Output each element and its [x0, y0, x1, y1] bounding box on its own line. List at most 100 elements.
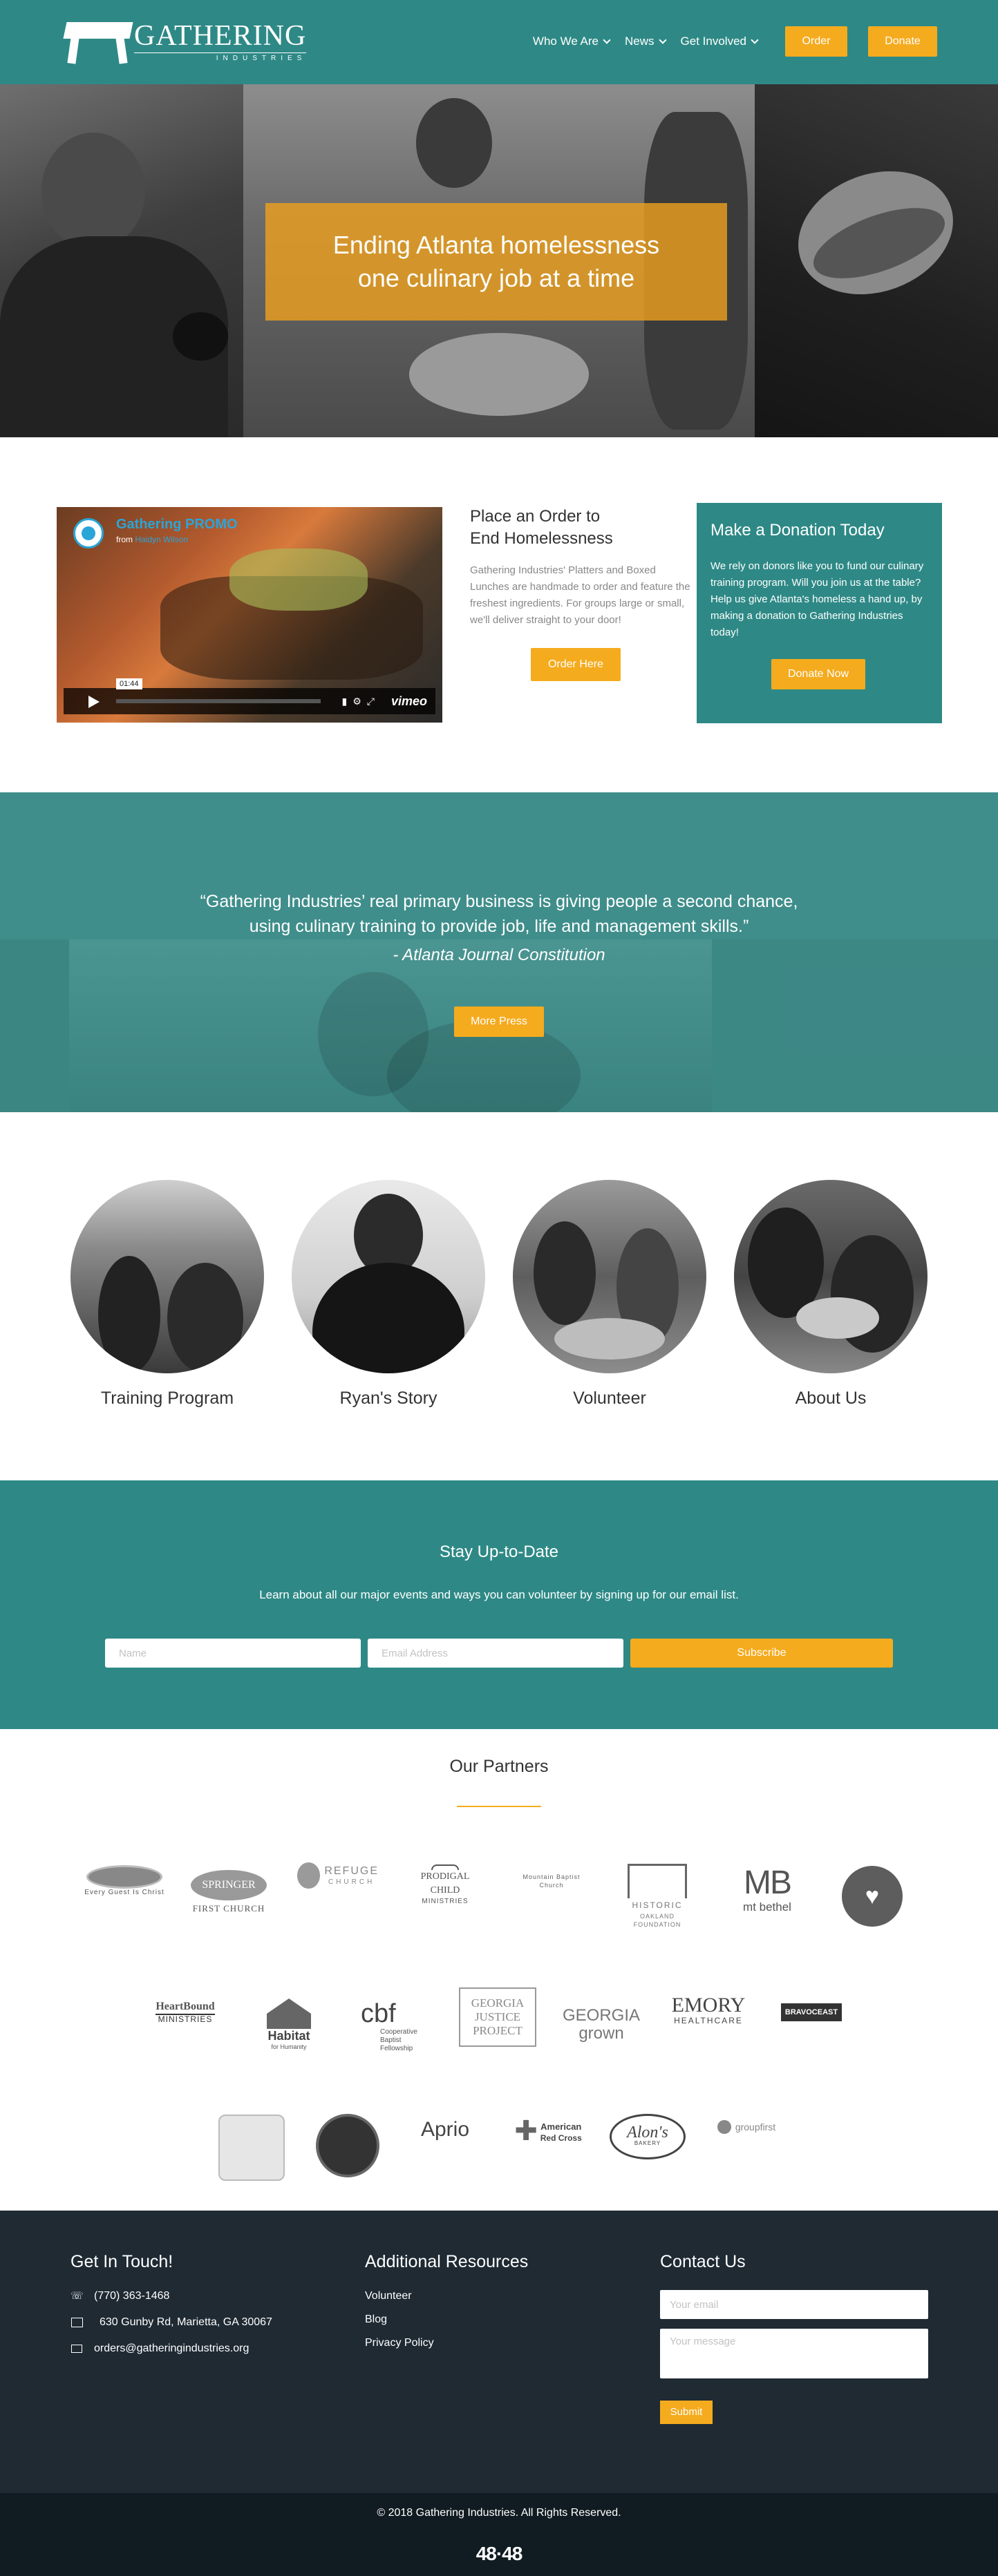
main-nav: Who We Are News Get Involved Order Donat…	[533, 26, 937, 57]
partner-logo[interactable]	[216, 2112, 288, 2184]
red-cross-icon: ✚	[514, 2116, 538, 2146]
training-program-image[interactable]	[70, 1180, 264, 1373]
footer-link-privacy-policy[interactable]: Privacy Policy	[365, 2337, 528, 2349]
footer-resources-title: Additional Resources	[365, 2252, 529, 2271]
volunteer-image[interactable]	[513, 1180, 706, 1373]
newsletter-email-input[interactable]	[368, 1639, 623, 1668]
partner-logo[interactable]: cbf Cooperative Baptist Fellowship	[361, 1990, 427, 2062]
volume-settings-fullscreen-icons[interactable]: ▮⚙⤢	[342, 696, 380, 707]
feature-volunteer[interactable]: Volunteer	[513, 1180, 706, 1409]
partner-logo[interactable]: Habitat for Humanity	[261, 1992, 317, 2058]
seal-icon	[316, 2114, 379, 2177]
feature-ryans-story[interactable]: Ryan's Story	[292, 1180, 485, 1409]
feature-about-us[interactable]: About Us	[734, 1180, 928, 1409]
hero-photo-chef	[0, 84, 243, 437]
footer-link-blog[interactable]: Blog	[365, 2313, 528, 2326]
hero-tagline: Ending Atlanta homelessness one culinary…	[265, 203, 727, 321]
heart-icon: ♥	[842, 1866, 903, 1927]
nav-news[interactable]: News	[625, 35, 667, 48]
partner-logo[interactable]: EMORY HEALTHCARE	[668, 1989, 749, 2030]
partner-logo[interactable]: Mountain Baptist Church	[513, 1867, 590, 1895]
footer-resources: Additional Resources Volunteer Blog Priv…	[365, 2252, 528, 2360]
habitat-house-icon	[267, 1998, 311, 2029]
crest-icon	[218, 2115, 285, 2181]
partner-logo[interactable]: PRODIGAL CHILD MINISTRIES	[405, 1864, 485, 1906]
title-divider	[457, 1806, 541, 1807]
chevron-down-icon	[603, 36, 611, 44]
video-title[interactable]: Gathering PROMO	[116, 517, 238, 533]
play-icon[interactable]	[70, 688, 112, 714]
partners-title: Our Partners	[449, 1757, 549, 1776]
about-us-image[interactable]	[734, 1180, 928, 1373]
partner-logo[interactable]: ✚ American Red Cross	[511, 2116, 585, 2146]
video-progress-track[interactable]	[116, 699, 321, 703]
partner-logo[interactable]: GEORGIA grown	[563, 1989, 640, 2061]
ryans-story-image[interactable]	[292, 1180, 485, 1373]
nav-donate-button[interactable]: Donate	[868, 26, 937, 57]
nav-who-we-are[interactable]: Who We Are	[533, 35, 611, 48]
donation-description: We rely on donors like you to fund our c…	[710, 560, 924, 638]
footer-contact-info: Get In Touch! ☏ (770) 363-1468 630 Gunby…	[70, 2252, 272, 2369]
donate-now-button[interactable]: Donate Now	[771, 659, 865, 689]
partner-logo[interactable]: BRAVOCEAST	[778, 1998, 845, 2026]
newsletter-description: Learn about all our major events and way…	[259, 1588, 739, 1601]
quote-source: - Atlanta Journal Constitution	[393, 946, 605, 964]
logo-subtitle: INDUSTRIES	[134, 53, 307, 62]
partner-logo[interactable]: Every Guest Is Christ	[83, 1860, 166, 1902]
feature-links: Training Program Ryan's Story Volunteer …	[0, 1112, 998, 1480]
newsletter-title: Stay Up-to-Date	[439, 1543, 559, 1561]
newsletter-section: Stay Up-to-Date Learn about all our majo…	[0, 1480, 998, 1729]
partner-logo[interactable]: Aprio	[409, 2113, 481, 2146]
footer-email[interactable]: orders@gatheringindustries.org	[70, 2343, 272, 2355]
footer-touch-title: Get In Touch!	[70, 2252, 173, 2271]
contact-email-input[interactable]	[660, 2290, 928, 2319]
partner-logo[interactable]: SPRINGER FIRST CHURCH	[185, 1860, 272, 1923]
quote-text: “Gathering Industries’ real primary busi…	[200, 892, 798, 936]
partner-logo[interactable]: ♥	[840, 1864, 904, 1928]
donation-title: Make a Donation Today	[710, 521, 885, 540]
hero-banner: Ending Atlanta homelessness one culinary…	[0, 84, 998, 437]
promo-video-player[interactable]: Gathering PROMO from Haidyn Wilson 01:44…	[57, 507, 442, 723]
vimeo-logo[interactable]: vimeo	[391, 694, 427, 709]
copyright-text: © 2018 Gathering Industries. All Rights …	[377, 2507, 621, 2519]
map-icon	[70, 2317, 84, 2328]
order-section: Place an Order to End Homelessness Gather…	[470, 506, 691, 681]
contact-message-textarea[interactable]	[660, 2329, 928, 2378]
table-logo-icon	[63, 18, 133, 65]
feature-training-program[interactable]: Training Program	[70, 1180, 264, 1409]
footer-address[interactable]: 630 Gunby Rd, Marietta, GA 30067	[70, 2316, 272, 2329]
footer-link-volunteer[interactable]: Volunteer	[365, 2290, 528, 2302]
site-footer: Get In Touch! ☏ (770) 363-1468 630 Gunby…	[0, 2211, 998, 2493]
contact-submit-button[interactable]: Submit	[660, 2401, 713, 2424]
envelope-icon	[70, 2343, 84, 2354]
copyright-bar: © 2018 Gathering Industries. All Rights …	[0, 2493, 998, 2576]
nav-get-involved[interactable]: Get Involved	[681, 35, 759, 48]
video-author: from Haidyn Wilson	[116, 535, 189, 544]
press-quote-section: “Gathering Industries’ real primary busi…	[0, 792, 998, 1112]
subscribe-button[interactable]: Subscribe	[630, 1639, 893, 1668]
partner-logo[interactable]: HISTORIC OAKLAND FOUNDATION	[615, 1860, 699, 1932]
partner-logo[interactable]: groupfirst	[709, 2113, 784, 2141]
donation-card: Make a Donation Today We rely on donors …	[697, 503, 942, 723]
site-logo[interactable]: GATHERING INDUSTRIES	[63, 18, 307, 65]
order-here-button[interactable]: Order Here	[531, 648, 621, 681]
partner-logo[interactable]: Alon's BAKERY	[608, 2110, 687, 2163]
partner-logo[interactable]: REFUGE CHURCH	[297, 1860, 379, 1891]
vimeo-avatar[interactable]	[73, 518, 104, 548]
partner-logo[interactable]: MB mt bethel	[728, 1860, 806, 1920]
site-header: GATHERING INDUSTRIES Who We Are News Get…	[0, 0, 998, 84]
nav-order-button[interactable]: Order	[785, 26, 847, 57]
partner-logo[interactable]: HeartBound MINISTRIES	[145, 1994, 225, 2029]
partner-logo[interactable]	[315, 2113, 380, 2178]
newsletter-name-input[interactable]	[105, 1639, 361, 1668]
agency-logo[interactable]: 48·48	[0, 2543, 998, 2565]
partner-logo[interactable]: GEORGIA JUSTICE PROJECT	[459, 1987, 536, 2047]
hero-photo-sandwich	[755, 84, 998, 437]
footer-phone[interactable]: ☏ (770) 363-1468	[70, 2290, 272, 2302]
video-controls: 01:44 ▮⚙⤢ vimeo	[64, 678, 435, 714]
chevron-down-icon	[658, 36, 667, 44]
partners-section: Our Partners Every Guest Is Christ SPRIN…	[0, 1729, 998, 2211]
more-press-button[interactable]: More Press	[454, 1006, 544, 1037]
footer-contact-title: Contact Us	[660, 2252, 746, 2271]
order-description: Gathering Industries' Platters and Boxed…	[470, 564, 690, 626]
